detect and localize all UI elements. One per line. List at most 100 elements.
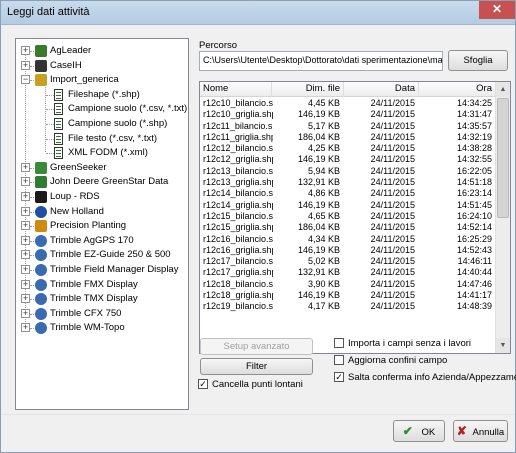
tree-item[interactable]: + New Holland [16, 205, 188, 219]
source-tree[interactable]: + AgLeader + CaseIH − Import_generica Fileshap… [15, 38, 189, 410]
file-row[interactable]: r12c17_griglia.shp 132,91 KB 24/11/2015 14:… [200, 267, 496, 278]
annulla-button[interactable]: ✘ Annulla [453, 420, 508, 442]
expand-icon[interactable]: + [21, 46, 30, 55]
file-row[interactable]: r12c10_griglia.shp 146,19 KB 24/11/2015 14:… [200, 109, 496, 120]
tree-item[interactable]: + Trimble Field Manager Display [16, 263, 188, 277]
tree-item[interactable]: + Trimble TMX Display [16, 292, 188, 306]
scroll-up-icon[interactable]: ▲ [496, 82, 510, 97]
tree-item[interactable]: + John Deere GreenStar Data [16, 175, 188, 189]
tree-child-item[interactable]: Campione suolo (*.csv, *.txt) [16, 102, 188, 116]
tree-item[interactable]: + AgLeader [16, 44, 188, 58]
cancella-punti-checkbox[interactable]: ✓ [198, 379, 208, 389]
tree-item[interactable]: + CaseIH [16, 59, 188, 73]
collapse-icon[interactable]: − [21, 75, 30, 85]
file-row[interactable]: r12c16_griglia.shp 146,19 KB 24/11/2015 14:… [200, 245, 496, 256]
file-size-cell: 146,19 KB [297, 244, 340, 255]
file-row[interactable]: r12c17_bilancio.s... 5,02 KB 24/11/2015 14:… [200, 256, 496, 267]
tree-child-item[interactable]: Fileshape (*.shp) [16, 88, 188, 102]
expand-icon[interactable]: + [21, 279, 30, 289]
column-header-ora[interactable]: Ora [419, 82, 496, 97]
close-button[interactable]: ✕ [479, 1, 515, 19]
file-row[interactable]: r12c18_bilancio.s... 3,90 KB 24/11/2015 14:… [200, 279, 496, 290]
file-size-cell: 4,86 KB [307, 188, 340, 199]
file-row[interactable]: r12c15_griglia.shp 186,04 KB 24/11/2015 14:… [200, 222, 496, 233]
file-row[interactable]: r12c13_griglia.shp 132,91 KB 24/11/2015 14:… [200, 177, 496, 188]
file-list[interactable]: Nome Dim. file Data Ora r12c10_bilancio.… [199, 81, 511, 354]
file-size-cell: 4,34 KB [307, 233, 340, 244]
filter-button[interactable]: Filter [200, 358, 313, 375]
file-row[interactable]: r12c11_bilancio.s... 5,17 KB 24/11/2015 14:… [200, 121, 496, 132]
setup-avanzato-button[interactable]: Setup avanzato [200, 338, 313, 355]
expand-icon[interactable]: + [21, 206, 30, 216]
file-time-cell: 14:38:28 [456, 143, 492, 154]
expand-icon[interactable]: + [21, 294, 30, 304]
tree-child-item[interactable]: Campione suolo (*.shp) [16, 117, 188, 131]
expand-icon[interactable]: + [21, 308, 30, 318]
file-name-cell: r12c13_bilancio.s... [203, 165, 273, 176]
expand-icon[interactable]: + [21, 235, 30, 245]
tree-item-label: AgLeader [50, 45, 92, 56]
tree-item[interactable]: + Trimble WM-Topo [16, 321, 188, 335]
expand-icon[interactable]: + [21, 265, 30, 274]
expand-icon[interactable]: + [21, 250, 30, 260]
file-row[interactable]: r12c18_griglia.shp 146,19 KB 24/11/2015 14:… [200, 290, 496, 301]
expand-icon[interactable]: + [21, 192, 30, 201]
tree-item[interactable]: + Trimble AgGPS 170 [16, 234, 188, 248]
tree-item[interactable]: + Trimble CFX 750 [16, 307, 188, 321]
file-time-cell: 16:22:05 [456, 165, 492, 176]
column-header-dim[interactable]: Dim. file [272, 82, 344, 97]
expand-icon[interactable]: + [21, 221, 30, 231]
file-row[interactable]: r12c12_bilancio.s... 4,25 KB 24/11/2015 14:… [200, 143, 496, 154]
column-header-data[interactable]: Data [344, 82, 419, 97]
folder-icon [35, 74, 47, 87]
expand-icon[interactable]: + [21, 323, 30, 333]
tree-child-item[interactable]: File testo (*.csv, *.txt) [16, 132, 188, 146]
file-row[interactable]: r12c15_bilancio.s... 4,65 KB 24/11/2015 16:… [200, 211, 496, 222]
expand-icon[interactable]: + [21, 177, 30, 187]
file-name-cell: r12c11_griglia.shp [203, 131, 273, 142]
salta-conferma-checkbox[interactable]: ✓ [334, 372, 344, 382]
file-list-scrollbar[interactable]: ▲ ▼ [495, 82, 510, 353]
ok-button[interactable]: ✔ OK [393, 420, 445, 442]
file-row[interactable]: r12c19_bilancio.s... 4,17 KB 24/11/2015 14:… [200, 301, 496, 312]
file-row[interactable]: r12c12_griglia.shp 146,19 KB 24/11/2015 14:… [200, 154, 496, 165]
trimble-logo-icon [35, 249, 47, 262]
file-time-cell: 14:41:17 [456, 290, 492, 301]
tree-item[interactable]: + Precision Planting [16, 219, 188, 233]
agleader-logo-icon [35, 45, 47, 57]
file-time-cell: 14:47:46 [456, 278, 492, 289]
file-name-cell: r12c13_griglia.shp [203, 177, 273, 188]
tree-item[interactable]: + Trimble EZ-Guide 250 & 500 [16, 248, 188, 262]
tree-item[interactable]: + Trimble FMX Display [16, 278, 188, 292]
file-row[interactable]: r12c14_griglia.shp 146,19 KB 24/11/2015 14:… [200, 200, 496, 211]
file-date-cell: 24/11/2015 [370, 199, 415, 210]
file-row[interactable]: r12c10_bilancio.s... 4,45 KB 24/11/2015 14:… [200, 98, 496, 109]
expand-icon[interactable]: + [21, 162, 30, 172]
tree-child-item[interactable]: XML FODM (*.xml) [16, 146, 188, 160]
path-label: Percorso [199, 40, 238, 51]
tree-item[interactable]: − Import_generica [16, 73, 188, 87]
document-icon [54, 132, 63, 145]
column-header-nome[interactable]: Nome [200, 82, 272, 97]
path-field[interactable]: C:\Users\Utente\Desktop\Dottorato\dati s… [199, 51, 443, 71]
file-row[interactable]: r12c11_griglia.shp 186,04 KB 24/11/2015 14:… [200, 132, 496, 143]
file-row[interactable]: r12c16_bilancio.s... 4,34 KB 24/11/2015 16:… [200, 234, 496, 245]
tree-item-label: GreenSeeker [50, 161, 107, 173]
scroll-thumb[interactable] [497, 98, 509, 218]
aggiorna-confini-checkbox[interactable] [334, 355, 344, 365]
caseih-logo-icon [35, 59, 47, 72]
file-row[interactable]: r12c13_bilancio.s... 5,94 KB 24/11/2015 16:… [200, 166, 496, 177]
scroll-down-icon[interactable]: ▼ [496, 338, 510, 353]
file-size-cell: 4,25 KB [307, 143, 340, 154]
tree-item-label: Import_generica [50, 74, 119, 86]
browse-button[interactable]: Sfoglia [448, 50, 508, 71]
tree-item[interactable]: + GreenSeeker [16, 161, 188, 175]
tree-item[interactable]: + Loup - RDS [16, 190, 188, 204]
file-name-cell: r12c10_bilancio.s... [203, 98, 273, 108]
file-row[interactable]: r12c14_bilancio.s... 4,86 KB 24/11/2015 16:… [200, 188, 496, 199]
file-date-cell: 24/11/2015 [370, 131, 415, 142]
expand-icon[interactable]: + [21, 60, 30, 70]
title-bar[interactable]: Leggi dati attività ✕ [1, 1, 515, 25]
importa-campi-checkbox[interactable] [334, 338, 344, 348]
file-rows: r12c10_bilancio.s... 4,45 KB 24/11/2015 14:… [200, 98, 496, 313]
